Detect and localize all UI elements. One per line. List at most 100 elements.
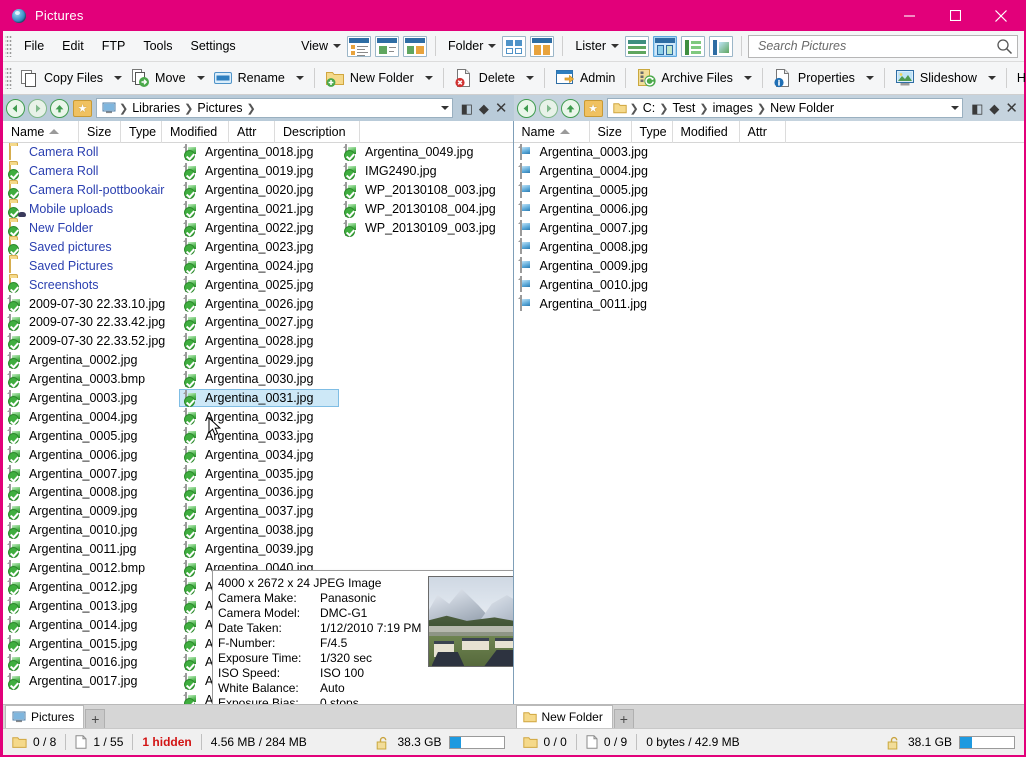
folder-dropdown[interactable]: Folder — [442, 36, 500, 56]
chevron-down-icon[interactable] — [197, 76, 205, 80]
view-mode-thumbnails[interactable] — [403, 36, 427, 57]
tab-pictures[interactable]: Pictures — [5, 705, 84, 728]
file-row[interactable]: Argentina_0038.jpg — [179, 521, 339, 540]
file-row[interactable]: Argentina_0029.jpg — [179, 351, 339, 370]
column-header-size[interactable]: Size — [590, 121, 632, 143]
chevron-down-icon[interactable] — [744, 76, 752, 80]
right-file-list[interactable]: Argentina_0003.jpgArgentina_0004.jpgArge… — [514, 143, 1025, 704]
breadcrumb-new-folder[interactable]: New Folder — [767, 101, 837, 115]
view-dropdown[interactable]: View — [295, 36, 345, 56]
chevron-down-icon[interactable] — [988, 76, 996, 80]
unlocked-icon[interactable] — [376, 736, 390, 749]
file-row[interactable]: 2009-07-30 22.33.10.jpg — [3, 294, 173, 313]
file-row[interactable]: 2009-07-30 22.33.52.jpg — [3, 332, 173, 351]
file-row[interactable]: Argentina_0031.jpg — [179, 389, 339, 408]
column-header-type[interactable]: Type — [121, 121, 162, 143]
folder-tiles-icon[interactable] — [502, 36, 526, 57]
file-row[interactable]: Argentina_0049.jpg — [339, 143, 504, 162]
file-row[interactable]: Argentina_0003.jpg — [514, 143, 714, 162]
minimize-icon[interactable] — [886, 0, 932, 31]
lister-single-icon[interactable] — [625, 36, 649, 57]
file-row[interactable]: Argentina_0012.bmp — [3, 559, 173, 578]
chevron-down-icon[interactable] — [425, 76, 433, 80]
close-tab-icon[interactable]: ✕ — [495, 101, 508, 116]
file-row[interactable]: Saved pictures — [3, 237, 173, 256]
file-row[interactable]: Argentina_0010.jpg — [514, 275, 714, 294]
delete-button[interactable]: Delete — [450, 65, 538, 92]
file-row[interactable]: Argentina_0002.jpg — [3, 351, 173, 370]
file-row[interactable]: Argentina_0033.jpg — [179, 426, 339, 445]
file-row[interactable]: WP_20130108_003.jpg — [339, 181, 504, 200]
menu-ftp[interactable]: FTP — [93, 36, 135, 56]
file-row[interactable]: Argentina_0010.jpg — [3, 521, 173, 540]
new-tab-button[interactable]: + — [85, 709, 105, 728]
search-box[interactable] — [748, 35, 1018, 58]
file-row[interactable]: Argentina_0034.jpg — [179, 445, 339, 464]
file-row[interactable]: Argentina_0026.jpg — [179, 294, 339, 313]
file-row[interactable]: Camera Roll — [3, 143, 173, 162]
chevron-down-icon[interactable] — [951, 106, 959, 110]
lister-preview-icon[interactable] — [709, 36, 733, 57]
file-row[interactable]: Argentina_0004.jpg — [3, 407, 173, 426]
breadcrumb-images[interactable]: images — [710, 101, 756, 115]
column-header-size[interactable]: Size — [79, 121, 121, 143]
file-row[interactable]: WP_20130108_004.jpg — [339, 200, 504, 219]
file-row[interactable]: Argentina_0020.jpg — [179, 181, 339, 200]
file-row[interactable]: IMG2490.jpg — [339, 162, 504, 181]
file-row[interactable]: Argentina_0012.jpg — [3, 577, 173, 596]
back-icon[interactable] — [6, 99, 25, 118]
move-button[interactable]: Move — [126, 65, 209, 92]
file-row[interactable]: Argentina_0030.jpg — [179, 370, 339, 389]
file-row[interactable]: Argentina_0011.jpg — [514, 294, 714, 313]
left-file-list[interactable]: Camera RollCamera RollCamera Roll-pottbo… — [3, 143, 513, 704]
menu-settings[interactable]: Settings — [182, 36, 245, 56]
menu-gripper[interactable] — [5, 35, 12, 57]
archive-files-button[interactable]: Archive Files — [632, 65, 756, 92]
tab-new-folder[interactable]: New Folder — [516, 705, 613, 728]
breadcrumb-pictures[interactable]: Pictures — [194, 101, 245, 115]
favorites-icon[interactable]: ★ — [584, 100, 603, 117]
file-row[interactable]: Camera Roll — [3, 162, 173, 181]
file-row[interactable]: Argentina_0005.jpg — [3, 426, 173, 445]
column-header-attr[interactable]: Attr — [740, 121, 786, 143]
swap-panes-icon[interactable]: ◆ — [479, 102, 489, 115]
file-row[interactable]: Argentina_0027.jpg — [179, 313, 339, 332]
file-row[interactable]: Argentina_0021.jpg — [179, 200, 339, 219]
file-row[interactable]: Argentina_0016.jpg — [3, 653, 173, 672]
file-row[interactable]: Argentina_0006.jpg — [3, 445, 173, 464]
forward-icon[interactable] — [28, 99, 47, 118]
file-row[interactable]: Argentina_0007.jpg — [3, 464, 173, 483]
file-row[interactable]: Argentina_0011.jpg — [3, 540, 173, 559]
column-header-modified[interactable]: Modified — [673, 121, 740, 143]
help-button[interactable]: Help ? — [1013, 65, 1026, 92]
lister-dual-horizontal-icon[interactable] — [653, 36, 677, 57]
chevron-down-icon[interactable] — [114, 76, 122, 80]
file-row[interactable]: Argentina_0005.jpg — [514, 181, 714, 200]
unlocked-icon[interactable] — [887, 736, 901, 749]
file-row[interactable]: Argentina_0037.jpg — [179, 502, 339, 521]
file-row[interactable]: Argentina_0006.jpg — [514, 200, 714, 219]
file-row[interactable]: Camera Roll-pottbookair — [3, 181, 173, 200]
folder-split-icon[interactable] — [530, 36, 554, 57]
file-row[interactable]: Argentina_0007.jpg — [514, 219, 714, 238]
breadcrumb-left[interactable]: ❯ Libraries ❯ Pictures ❯ — [96, 98, 453, 118]
file-row[interactable]: Argentina_0023.jpg — [179, 237, 339, 256]
view-mode-list[interactable] — [375, 36, 399, 57]
file-row[interactable]: Mobile uploads — [3, 200, 173, 219]
file-row[interactable]: Argentina_0009.jpg — [514, 256, 714, 275]
chevron-down-icon[interactable] — [441, 106, 449, 110]
file-row[interactable]: Argentina_0003.jpg — [3, 389, 173, 408]
file-row[interactable]: Argentina_0035.jpg — [179, 464, 339, 483]
new-tab-button[interactable]: + — [614, 709, 634, 728]
lister-tree-icon[interactable] — [681, 36, 705, 57]
file-row[interactable]: Argentina_0013.jpg — [3, 596, 173, 615]
file-row[interactable]: Argentina_0009.jpg — [3, 502, 173, 521]
admin-button[interactable]: Admin — [551, 65, 619, 92]
back-icon[interactable] — [517, 99, 536, 118]
file-row[interactable]: Argentina_0024.jpg — [179, 256, 339, 275]
file-row[interactable]: Argentina_0036.jpg — [179, 483, 339, 502]
breadcrumb-libraries[interactable]: Libraries — [129, 101, 183, 115]
new-folder-button[interactable]: New Folder — [321, 65, 437, 92]
view-mode-details[interactable] — [347, 36, 371, 57]
close-icon[interactable] — [978, 0, 1024, 31]
